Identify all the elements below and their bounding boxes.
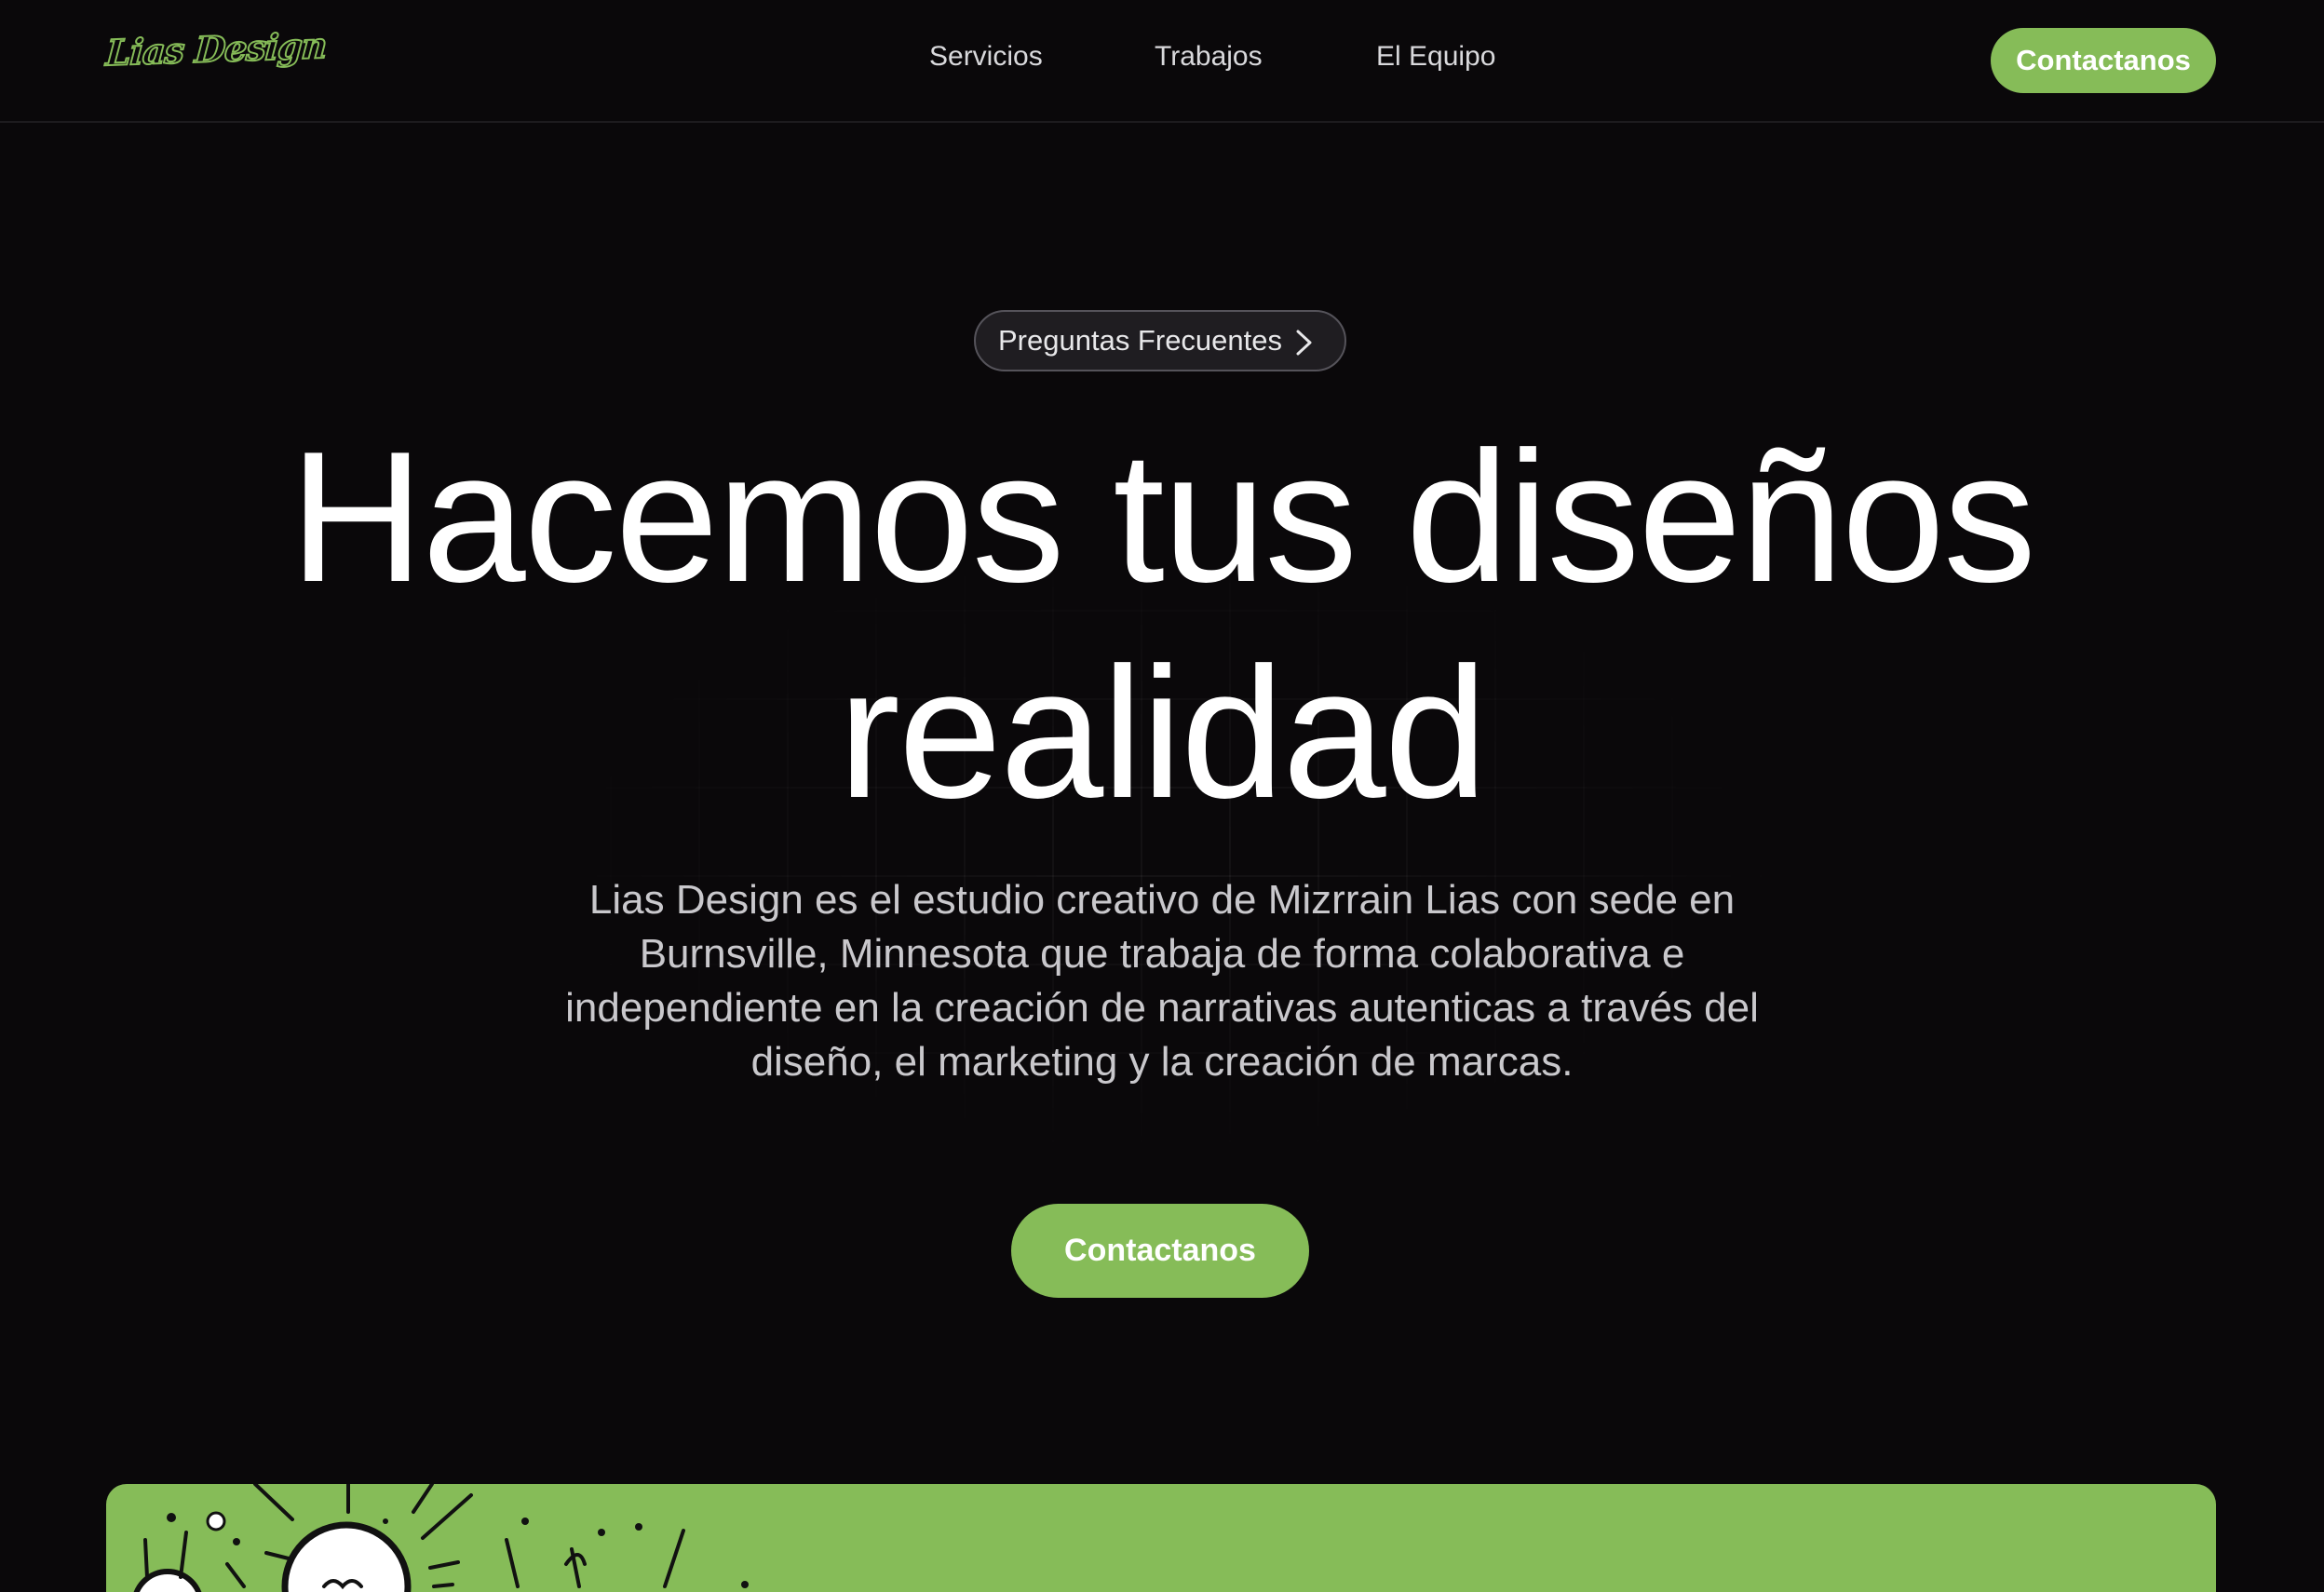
hero-description: Lias Design es el estudio creativo de Mi… (565, 877, 1759, 1085)
light-bulb-icon (133, 1484, 749, 1592)
chevron-right-icon (1296, 330, 1312, 356)
faq-pill-label: Preguntas Frecuentes (998, 324, 1283, 357)
featured-card (106, 1484, 2216, 1592)
site-header: Lias Design Servicios Trabajos El Equipo… (0, 0, 2324, 123)
hero-contact-button[interactable]: Contactanos (1011, 1204, 1309, 1298)
hero-title-line-2: realidad (838, 629, 1488, 837)
hero-title: Hacemos tus diseños realidad (0, 410, 2324, 842)
nav-item-el-equipo[interactable]: El Equipo (1376, 41, 1495, 73)
nav-item-trabajos[interactable]: Trabajos (1155, 41, 1263, 73)
page: Lias Design Servicios Trabajos El Equipo… (0, 0, 2324, 1592)
logo[interactable]: Lias Design (103, 23, 329, 74)
hero-title-line-1: Hacemos tus diseños (289, 413, 2036, 621)
header-contact-button[interactable]: Contactanos (1991, 28, 2216, 93)
faq-pill-link[interactable]: Preguntas Frecuentes (974, 310, 1346, 371)
nav-item-servicios[interactable]: Servicios (929, 41, 1043, 73)
